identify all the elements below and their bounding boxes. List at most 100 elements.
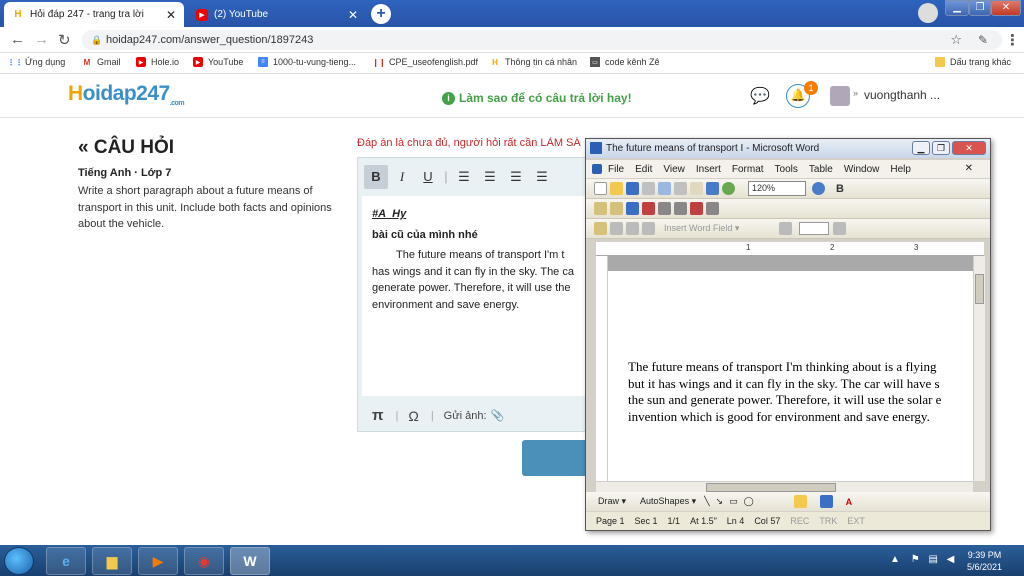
star-icon[interactable]: ☆	[950, 30, 962, 50]
username[interactable]: vuongthanh ...	[864, 88, 940, 102]
align-right-icon[interactable]: ☰	[504, 165, 528, 189]
text-icon[interactable]	[610, 202, 623, 215]
bookmark-holeio[interactable]: ▶ Hole.io	[136, 57, 179, 67]
close-doc-icon[interactable]: ✕	[965, 163, 973, 174]
line-icon[interactable]: ╲	[704, 496, 709, 507]
omega-icon[interactable]: Ω	[408, 408, 418, 424]
help-icon[interactable]	[812, 182, 826, 195]
bookmark-cpe[interactable]: ❙❙ CPE_useofenglish.pdf	[372, 57, 478, 67]
start-button[interactable]	[4, 547, 34, 575]
justify-icon[interactable]: ☰	[530, 165, 554, 189]
comment-icon[interactable]	[690, 202, 703, 215]
media-player-icon[interactable]: ▶	[138, 547, 178, 575]
ie-icon[interactable]: e	[46, 547, 86, 575]
tray-arrow-icon[interactable]: ▲	[890, 554, 900, 565]
menu-tools[interactable]: Tools	[775, 164, 798, 175]
bookmark-youtube[interactable]: ▶ YouTube	[193, 57, 243, 67]
font-color-icon[interactable]: A	[846, 497, 853, 507]
oval-icon[interactable]: ◯	[744, 496, 754, 507]
bold-button[interactable]: B	[836, 183, 844, 195]
bookmark-profile[interactable]: H Thông tin cá nhân	[490, 57, 577, 67]
spelling-icon[interactable]	[674, 182, 687, 195]
editor-content[interactable]: #A_Hy bài cũ của mình nhé The future mea…	[362, 196, 591, 396]
scroll-thumb[interactable]	[975, 274, 984, 304]
site-logo[interactable]: Hoidap247.com	[68, 82, 185, 107]
menu-view[interactable]: View	[663, 164, 685, 175]
edit-icon[interactable]	[594, 202, 607, 215]
menu-file[interactable]: File	[608, 164, 624, 175]
word-taskbar-icon[interactable]: W	[230, 547, 270, 575]
bold-button[interactable]: B	[364, 164, 388, 189]
close-window-button[interactable]: ✕	[991, 0, 1021, 16]
menu-window[interactable]: Window	[844, 164, 880, 175]
tab-youtube[interactable]: ▶ (2) YouTube ✕	[188, 2, 366, 27]
tab-hoidap[interactable]: H Hỏi đáp 247 - trang tra lời ✕	[4, 2, 184, 27]
undo-icon[interactable]	[706, 182, 719, 195]
paste-icon[interactable]	[690, 182, 703, 195]
chat-icon[interactable]: 💬	[750, 86, 770, 106]
autoshapes-menu[interactable]: AutoShapes ▾	[640, 496, 696, 507]
bookmark-code[interactable]: ▭ code kênh Zê	[590, 57, 660, 67]
minimize-button[interactable]: ▁	[945, 0, 969, 16]
pi-icon[interactable]: π	[372, 407, 383, 424]
menu-help[interactable]: Help	[890, 164, 911, 175]
tip-link[interactable]: i Làm sao để có câu trả lời hay!	[442, 91, 632, 105]
double-chevron-left-icon[interactable]: «	[78, 137, 89, 158]
reload-icon[interactable]: ↻	[58, 31, 71, 49]
url-field[interactable]: 🔒 hoidap247.com/answer_question/1897243 …	[82, 30, 1002, 50]
globe-icon[interactable]	[722, 182, 735, 195]
record-field[interactable]	[799, 222, 830, 235]
draw-menu[interactable]: Draw ▾	[598, 496, 626, 507]
italic-button[interactable]: I	[390, 165, 414, 189]
close-icon[interactable]: ✕	[348, 8, 358, 22]
menu-icon[interactable]: ⋮	[1005, 31, 1020, 49]
align-center-icon[interactable]: ☰	[478, 165, 502, 189]
new-icon[interactable]	[594, 182, 607, 195]
vertical-scrollbar[interactable]	[973, 256, 985, 481]
close-button[interactable]: ✕	[952, 141, 986, 155]
document-page[interactable]: The future means of transport I'm thinki…	[608, 256, 973, 481]
underline-button[interactable]: U	[416, 165, 440, 189]
chevron-down-icon[interactable]: »	[853, 88, 858, 98]
line-color-icon[interactable]	[819, 495, 833, 508]
arrow-icon[interactable]: ↘	[716, 496, 724, 507]
preview-icon[interactable]	[658, 182, 671, 195]
next-record-icon[interactable]	[833, 222, 847, 235]
extension-icon[interactable]: ✎	[978, 33, 988, 47]
print-icon[interactable]	[642, 182, 655, 195]
open-icon[interactable]	[610, 182, 623, 195]
track-icon[interactable]	[642, 202, 655, 215]
volume-icon[interactable]: ◀	[947, 554, 955, 565]
bookmark-vocab[interactable]: ≡ 1000-tu-vung-tieng...	[258, 57, 356, 67]
menu-format[interactable]: Format	[732, 164, 764, 175]
menu-insert[interactable]: Insert	[696, 164, 721, 175]
table-icon[interactable]	[706, 202, 719, 215]
menu-edit[interactable]: Edit	[635, 164, 652, 175]
menu-table[interactable]: Table	[809, 164, 833, 175]
bookmark-gmail[interactable]: M Gmail	[82, 57, 121, 67]
address-icon[interactable]	[626, 222, 639, 235]
bookmark-other[interactable]: Dấu trang khác	[935, 57, 1011, 67]
scroll-thumb[interactable]	[706, 483, 836, 492]
avatar[interactable]	[830, 86, 850, 106]
back-icon[interactable]: ←	[10, 31, 25, 48]
insert-word-field[interactable]: Insert Word Field ▾	[664, 223, 739, 234]
zoom-select[interactable]: 120%	[748, 181, 807, 196]
new-tab-button[interactable]: +	[371, 4, 391, 24]
greeting-icon[interactable]	[642, 222, 655, 235]
explorer-icon[interactable]: ▆	[92, 547, 132, 575]
recipients-icon[interactable]	[610, 222, 623, 235]
close-icon[interactable]: ✕	[166, 8, 176, 22]
save-icon[interactable]	[626, 182, 639, 195]
clock[interactable]: 9:39 PM 5/6/2021	[967, 549, 1002, 573]
sort-desc-icon[interactable]	[674, 202, 687, 215]
paperclip-icon[interactable]: 📎	[491, 409, 505, 422]
rectangle-icon[interactable]: ▭	[729, 496, 738, 507]
minimize-button[interactable]: ▁	[912, 141, 930, 155]
forward-icon[interactable]: →	[34, 31, 49, 48]
sort-icon[interactable]	[658, 202, 671, 215]
network-icon[interactable]: ▤	[928, 554, 937, 565]
maximize-button[interactable]: ❐	[969, 0, 991, 16]
flag-icon[interactable]: ⚑	[911, 554, 920, 565]
bookmark-apps[interactable]: ⋮⋮ Ứng dụng	[7, 57, 65, 67]
